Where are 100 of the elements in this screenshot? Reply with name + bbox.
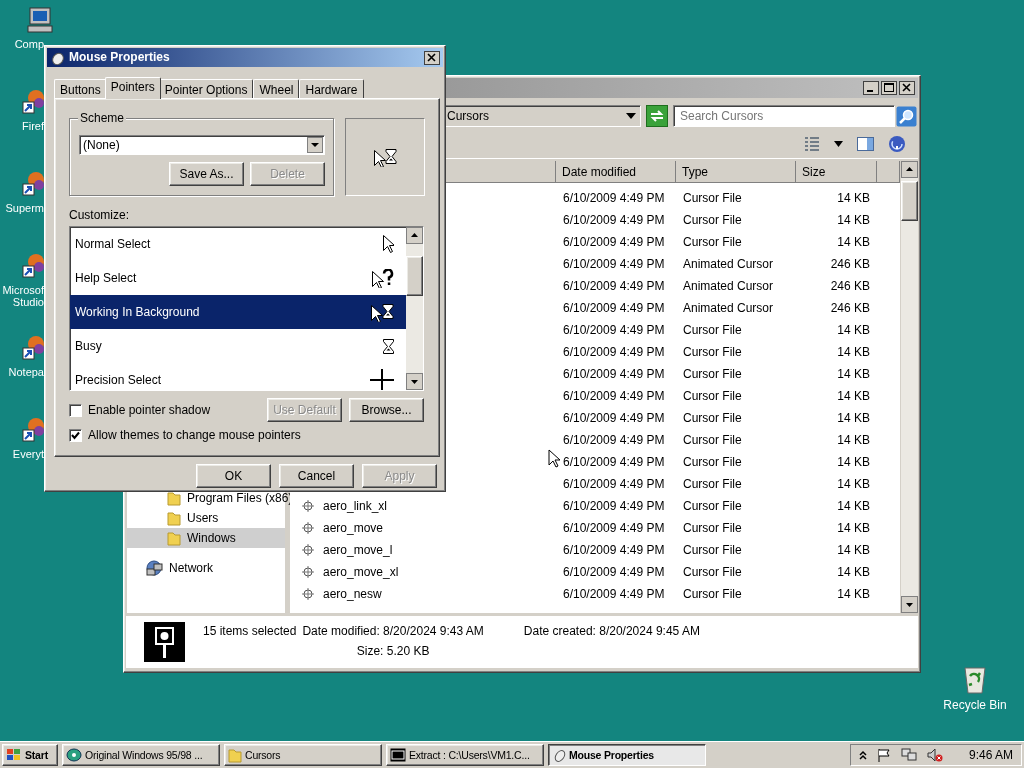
icon-label: Notepa [7,366,44,378]
tree-item[interactable]: Users [127,508,285,528]
column-header[interactable]: Type [676,161,796,183]
table-cell-text: Cursor File [683,190,743,206]
table-cell-text: 6/10/2009 4:49 PM [563,432,666,448]
table-cell-text: 14 KB [836,212,870,228]
table-cell-text: 6/10/2009 4:49 PM [563,300,666,316]
table-cell-text: 14 KB [836,366,870,382]
selection-summary: 15 items selected [203,624,297,639]
table-cell-text: 14 KB [836,432,870,448]
tab[interactable]: Pointers [104,77,161,99]
network-icon[interactable] [901,748,917,762]
scrollbar[interactable] [901,161,918,613]
scroll-thumb[interactable] [901,181,918,221]
taskbar-button[interactable]: Cursors [224,744,382,766]
table-cell-text: 6/10/2009 4:49 PM [563,190,666,206]
chevron-up-icon[interactable] [859,750,867,760]
checkbox[interactable] [69,429,82,443]
icon-label: Comp [13,38,44,50]
scroll-up-button[interactable] [406,227,423,245]
pointer-list-item[interactable]: Working In Background [70,295,406,330]
table-cell-text: Animated Cursor [683,256,775,272]
pointer-list-item[interactable]: Busy [70,329,406,364]
volume-muted-icon[interactable] [927,748,943,762]
mouse-icon [552,748,566,762]
table-cell-text: Cursor File [683,212,743,228]
table-cell-text: Animated Cursor [683,300,775,316]
start-button[interactable]: Start [2,744,58,766]
folder-icon [228,747,242,763]
view-list-icon[interactable] [804,135,820,152]
table-cell-text: 6/10/2009 4:49 PM [563,344,666,360]
scroll-down-button[interactable] [901,596,918,613]
icon-label: Microsof Studio [1,284,44,308]
column-header[interactable]: Date modified [556,161,676,183]
tree-item[interactable]: Network [127,558,285,578]
scrollbar[interactable] [406,227,423,391]
tab[interactable]: Wheel [253,79,300,98]
table-cell-text: 6/10/2009 4:49 PM [563,410,666,426]
scheme-dropdown[interactable]: (None) [79,135,325,155]
folder-icon [167,490,181,506]
maximize-button[interactable] [881,81,897,95]
table-cell-text: 6/10/2009 4:49 PM [563,564,666,580]
minimize-button[interactable] [863,81,879,95]
crosshair-icon [370,369,394,391]
dialog-button[interactable]: Cancel [279,464,354,488]
taskbar-button[interactable]: Mouse Properties [548,744,706,766]
section-label: Customize: [69,208,131,223]
table-cell-text: 14 KB [836,190,870,206]
table-cell-text: Cursor File [683,564,743,580]
checkbox-label: Allow themes to change mouse pointers [88,428,301,443]
scroll-thumb[interactable] [406,256,423,297]
table-cell-text: 6/10/2009 4:49 PM [563,366,666,382]
table-cell-text: 14 KB [836,344,870,360]
table-cell-text: 14 KB [836,586,870,602]
dialog-button[interactable]: OK [196,464,271,488]
checkbox[interactable] [69,403,82,417]
scroll-down-button[interactable] [406,373,423,391]
file-name: aero_move [323,520,384,536]
table-cell-text: 246 KB [829,300,870,316]
clock[interactable]: 9:46 AM [968,747,1013,763]
tab[interactable]: Hardware [299,79,364,98]
scheme-button[interactable]: Save As... [169,162,244,186]
help-cursor-icon [372,268,394,288]
tab[interactable]: Buttons [54,79,107,98]
table-cell-text: Cursor File [683,410,743,426]
table-cell-text: 6/10/2009 4:49 PM [563,586,666,602]
tree-item-label: Users [187,510,219,526]
preview-pane-icon[interactable] [857,135,874,152]
flag-icon[interactable] [877,748,891,762]
table-cell-text: 6/10/2009 4:49 PM [563,454,666,470]
pointer-list-item[interactable]: Precision Select [70,363,406,391]
table-cell-text: Cursor File [683,234,743,250]
close-button[interactable] [424,50,440,65]
windows-logo-icon [6,748,22,762]
busy-cursor-icon [373,147,397,167]
table-cell-text: 6/10/2009 4:49 PM [563,388,666,404]
table-cell-text: Cursor File [683,454,743,470]
cursor-file-icon [302,543,314,557]
pointer-list-item[interactable]: Normal Select [70,227,406,262]
search-icon[interactable] [896,105,917,127]
cursor-file-icon [302,499,314,513]
help-icon[interactable] [888,134,906,153]
tab[interactable]: Pointer Options [158,79,254,98]
hourglass-icon [383,338,394,354]
caret-icon [626,113,636,119]
column-header[interactable]: Size [796,161,877,183]
scroll-up-button[interactable] [901,161,918,178]
caret-icon[interactable] [834,140,843,147]
taskbar-button[interactable]: Original Windows 95/98 ... [62,744,220,766]
pointer-list-item[interactable]: Help Select [70,261,406,296]
checkbox-label: Enable pointer shadow [88,403,211,418]
taskbar-button[interactable]: Extract : C:\Users\VM1.C... [386,744,544,766]
search-field[interactable]: Search Cursors [673,105,895,127]
tree-item[interactable]: Windows [127,528,285,548]
table-cell-text: Cursor File [683,322,743,338]
table-cell-text: 6/10/2009 4:49 PM [563,234,666,250]
close-button[interactable] [899,81,915,95]
pointer-button[interactable]: Browse... [349,398,424,423]
refresh-button[interactable] [646,105,668,127]
table-cell-text: 6/10/2009 4:49 PM [563,322,666,338]
